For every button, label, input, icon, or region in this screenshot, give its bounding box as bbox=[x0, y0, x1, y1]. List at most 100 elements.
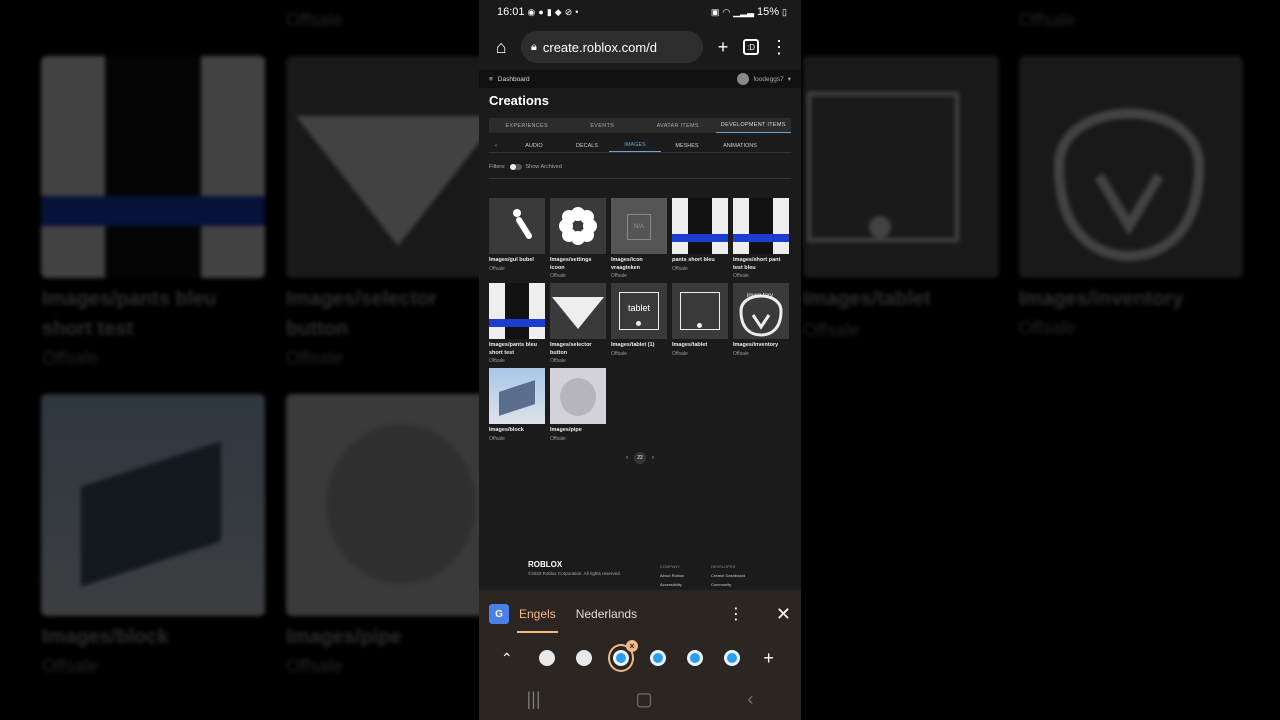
asset-name: Images/inventory bbox=[733, 342, 779, 348]
footer-link[interactable]: Accessibility bbox=[660, 580, 684, 589]
bg-sub-block: Offsale bbox=[42, 656, 99, 676]
tab-development-items[interactable]: DEVELOPMENT ITEMS bbox=[715, 118, 791, 133]
asset-card[interactable]: Images/settings icoon Offsale bbox=[550, 198, 607, 279]
asset-status: Offsale bbox=[550, 435, 566, 442]
asset-card[interactable]: Images/tablet Offsale bbox=[672, 283, 729, 357]
hamburger-icon[interactable]: ≡ bbox=[489, 76, 493, 83]
asset-thumbnail: inven tory bbox=[733, 283, 789, 339]
asset-status: Offsale bbox=[672, 265, 688, 272]
subtab-meshes[interactable]: MESHES bbox=[661, 139, 713, 152]
asset-name: Images/short pant test bleu bbox=[733, 257, 781, 271]
asset-name: pants short bleu bbox=[672, 257, 715, 263]
lang-dutch[interactable]: Nederlands bbox=[576, 607, 637, 621]
asset-card[interactable]: Images/selector button Offsale bbox=[550, 283, 607, 364]
asset-thumbnail bbox=[672, 198, 728, 254]
tab-thumb-icon[interactable] bbox=[565, 638, 602, 678]
asset-card[interactable]: Images/short pant test bleu Offsale bbox=[733, 198, 790, 279]
translate-menu-icon[interactable]: ⋮ bbox=[728, 604, 744, 624]
recents-icon[interactable]: ||| bbox=[526, 689, 540, 710]
asset-name: Images/tablet (1) bbox=[611, 342, 655, 348]
page-number[interactable]: 22 bbox=[634, 452, 646, 464]
tab-events[interactable]: EVENTS bbox=[565, 118, 641, 133]
tab-thumb-icon[interactable] bbox=[529, 638, 566, 678]
asset-thumbnail bbox=[672, 283, 728, 339]
filters-row: Filters: Show Archived bbox=[489, 163, 791, 171]
home-button-icon[interactable]: ▢ bbox=[636, 689, 653, 710]
asset-card[interactable]: N/A Images/icon vraagteken Offsale bbox=[611, 198, 668, 279]
asset-status: Offsale bbox=[672, 350, 688, 357]
footer-link[interactable]: About Roblox bbox=[660, 571, 684, 580]
prev-page-icon[interactable]: ‹ bbox=[626, 455, 628, 461]
asset-thumbnail bbox=[489, 283, 545, 339]
bg-sub-pipe: Offsale bbox=[286, 656, 343, 676]
browser-menu-icon[interactable]: ⋮ bbox=[767, 37, 791, 58]
signal-icon: ▁▂▃ bbox=[733, 6, 755, 17]
dashboard-label[interactable]: Dashboard bbox=[498, 76, 530, 83]
message-icon: ● bbox=[538, 7, 544, 17]
subtab-animations[interactable]: ANIMATIONS bbox=[713, 139, 767, 152]
divider bbox=[489, 178, 791, 179]
asset-name: Images/settings icoon bbox=[550, 257, 592, 271]
chevron-left-icon[interactable]: ‹ bbox=[489, 139, 503, 152]
tab-thumb-icon[interactable] bbox=[677, 638, 714, 678]
footer-company: COMPANY About Roblox Accessibility bbox=[660, 562, 684, 589]
asset-thumbnail bbox=[550, 283, 606, 339]
wifi-icon: ◠ bbox=[722, 6, 731, 17]
asset-thumbnail bbox=[550, 368, 606, 424]
bg-offsale-top-right: Offsale bbox=[1019, 10, 1076, 30]
asset-type-tabs: ‹ AUDIO DECALS IMAGES MESHES ANIMATIONS bbox=[489, 139, 791, 153]
asset-thumbnail bbox=[733, 198, 789, 254]
address-bar[interactable]: 🔒︎ create.roblox.com/d bbox=[521, 31, 703, 63]
filters-label: Filters: bbox=[489, 164, 506, 170]
asset-card[interactable]: pants short bleu Offsale bbox=[672, 198, 729, 272]
tab-thumb-icon[interactable] bbox=[640, 638, 677, 678]
home-icon[interactable]: ⌂ bbox=[489, 37, 513, 58]
asset-card[interactable]: tablet Images/tablet (1) Offsale bbox=[611, 283, 668, 357]
asset-card[interactable]: Images/block Offsale bbox=[489, 368, 546, 442]
web-page: ≡ Dashboard foodeggs7 ▾ Creations EXPERI… bbox=[479, 70, 801, 590]
subtab-audio[interactable]: AUDIO bbox=[503, 139, 565, 152]
bg-thumb-pipe bbox=[286, 394, 510, 616]
asset-card[interactable]: inven tory Images/inventory Offsale bbox=[733, 283, 790, 357]
app-icon: ◆ bbox=[554, 6, 562, 17]
footer-link[interactable]: Community bbox=[711, 580, 745, 589]
copyright: ©2023 Roblox Corporation. All rights res… bbox=[528, 571, 621, 576]
show-archived-label: Show Archived bbox=[525, 164, 562, 170]
chevron-up-icon[interactable]: ⌃ bbox=[493, 638, 521, 678]
tab-thumb-icon[interactable] bbox=[714, 638, 751, 678]
asset-card[interactable]: Images/gul bubel Offsale bbox=[489, 198, 546, 272]
bg-thumb-pants bbox=[41, 56, 265, 278]
browser-toolbar: ⌂ 🔒︎ create.roblox.com/d + :D ⋮ bbox=[479, 24, 801, 70]
next-page-icon[interactable]: › bbox=[652, 455, 654, 461]
bg-sub-inventory: Offsale bbox=[1019, 318, 1076, 338]
asset-name: Images/gul bubel bbox=[489, 257, 534, 263]
tab-thumb-selected-icon[interactable]: × bbox=[608, 640, 639, 672]
tab-avatar-items[interactable]: AVATAR ITEMS bbox=[640, 118, 716, 133]
tab-switcher-button[interactable]: :D bbox=[743, 39, 759, 55]
close-icon[interactable]: ✕ bbox=[776, 604, 791, 625]
asset-card[interactable]: Images/pants bleu short test Offsale bbox=[489, 283, 546, 364]
asset-status: Offsale bbox=[489, 358, 505, 364]
user-menu[interactable]: foodeggs7 ▾ bbox=[737, 73, 791, 85]
google-translate-icon: G bbox=[489, 604, 509, 624]
lang-english[interactable]: Engels bbox=[517, 607, 558, 633]
whatsapp-icon: ◉ bbox=[527, 6, 536, 17]
footer-link[interactable]: Creator Dashboard bbox=[711, 571, 745, 580]
asset-status: Offsale bbox=[489, 265, 505, 272]
new-tab-icon[interactable]: + bbox=[711, 37, 735, 58]
subtab-decals[interactable]: DECALS bbox=[565, 139, 609, 152]
battery-saver-icon: ▮ bbox=[546, 6, 552, 17]
close-tab-icon[interactable]: × bbox=[626, 640, 639, 652]
subtab-images[interactable]: IMAGES bbox=[609, 139, 661, 152]
show-archived-toggle[interactable] bbox=[509, 164, 522, 170]
status-bar: 16:01 ◉ ● ▮ ◆ ⊘ • ▣ ◠ ▁▂▃ 15% ▯ bbox=[479, 0, 801, 24]
bg-label-selector: Images/selector button bbox=[286, 288, 438, 340]
asset-card[interactable]: Images/pipe Offsale bbox=[550, 368, 607, 442]
roblox-logo: ROBLOX bbox=[528, 560, 563, 569]
page-title: Creations bbox=[489, 93, 549, 108]
plus-icon[interactable]: + bbox=[750, 638, 787, 678]
battery-icon: ▯ bbox=[782, 6, 787, 17]
tab-experiences[interactable]: EXPERIENCES bbox=[489, 118, 565, 133]
back-icon[interactable]: ‹ bbox=[748, 689, 754, 710]
asset-status: Offsale bbox=[489, 435, 505, 442]
